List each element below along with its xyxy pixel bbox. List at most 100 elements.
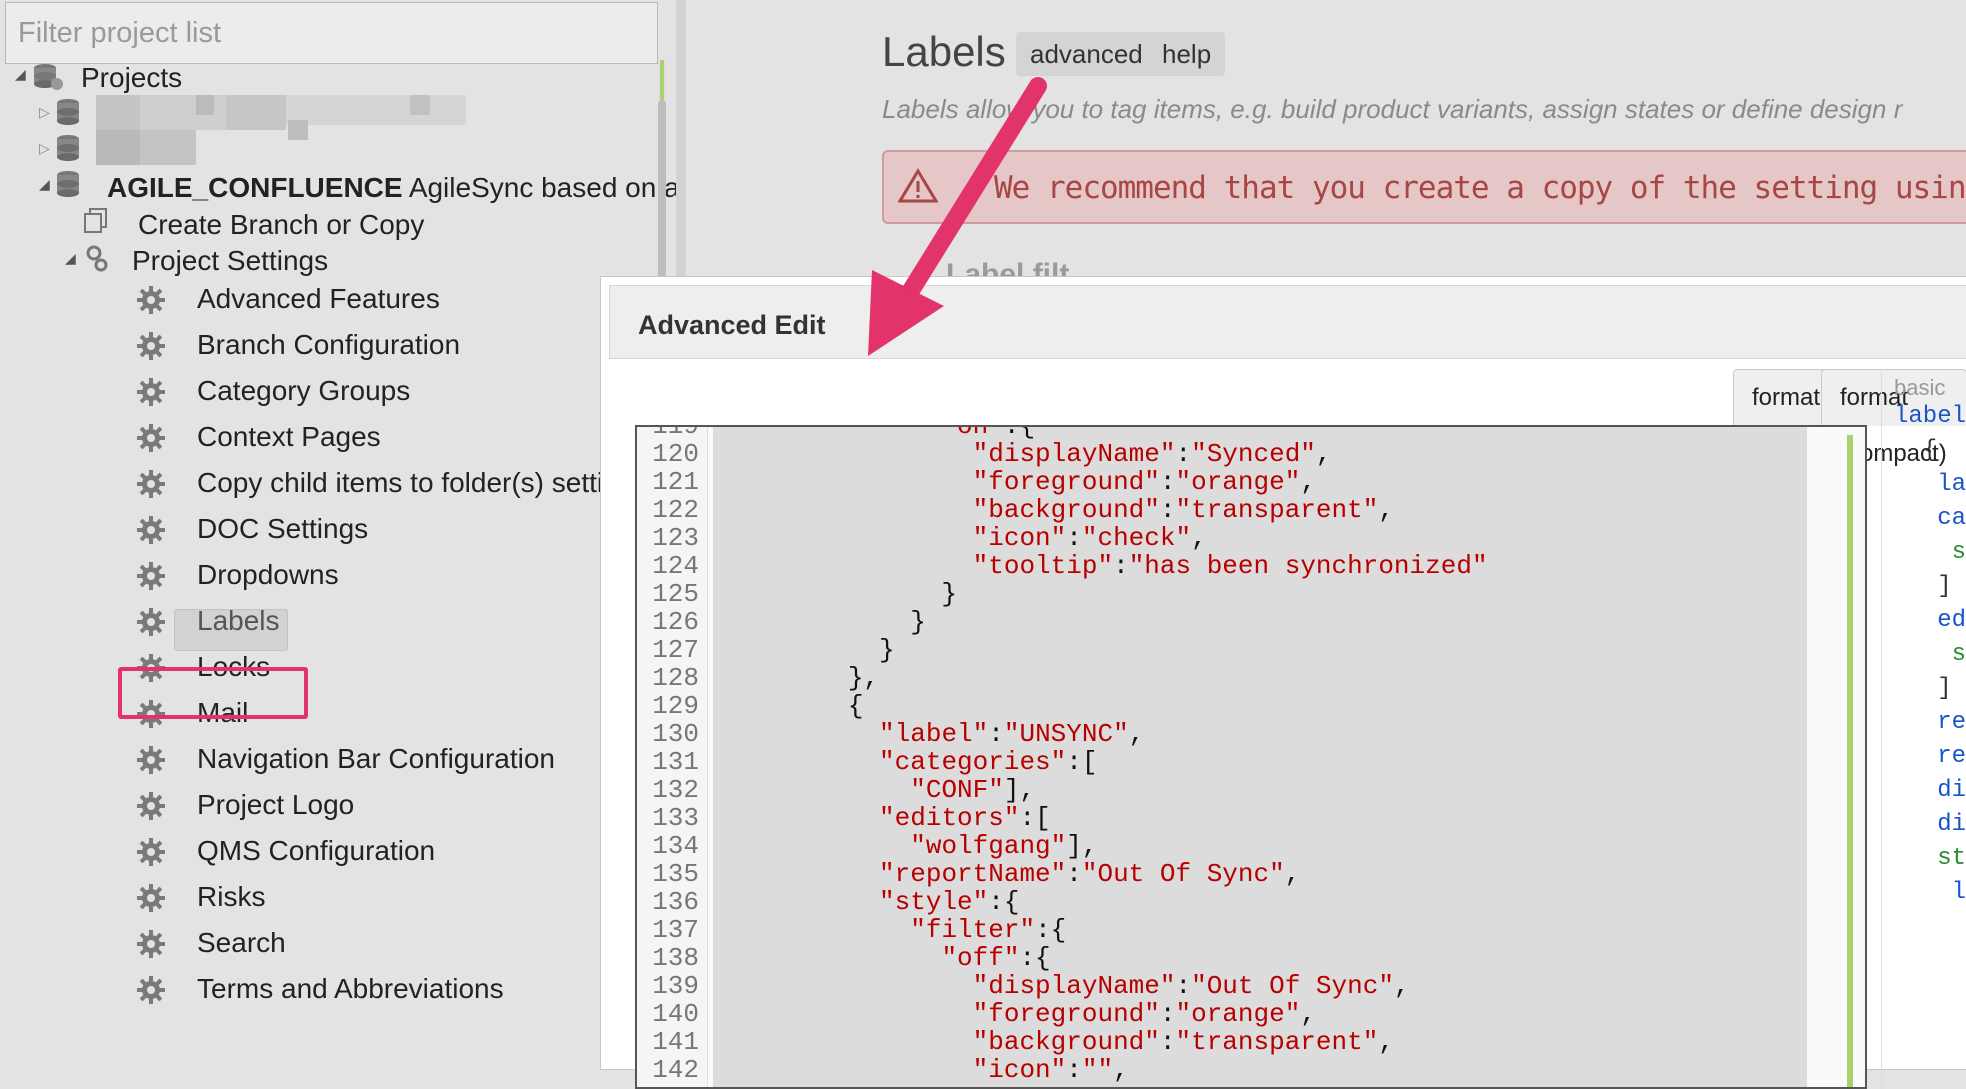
settings-item[interactable]: Context Pages bbox=[197, 421, 381, 453]
advanced-edit-dialog: Advanced Edit format format (compact) 11… bbox=[600, 276, 1966, 1089]
line-number: 130 bbox=[652, 719, 699, 749]
preview-line: dis bbox=[1937, 777, 1966, 804]
preview-line: st bbox=[1951, 539, 1966, 566]
settings-item[interactable]: Search bbox=[197, 927, 286, 959]
editor-scrollbar[interactable] bbox=[1847, 435, 1853, 1087]
line-number: 131 bbox=[652, 747, 699, 777]
database-icon bbox=[56, 98, 80, 131]
basic-preview-panel: basic labels { lab cat st ] edi st ] rep… bbox=[1881, 369, 1966, 1089]
code-line: "foreground":"orange", bbox=[972, 467, 1316, 497]
tree-project-settings[interactable]: Project Settings bbox=[132, 245, 328, 277]
preview-line: ] bbox=[1894, 675, 1952, 702]
gear-icon bbox=[136, 561, 166, 591]
database-icon bbox=[56, 134, 80, 167]
dialog-title: Advanced Edit bbox=[638, 310, 826, 340]
line-number: 124 bbox=[652, 551, 699, 581]
help-button[interactable]: help bbox=[1148, 32, 1226, 76]
preview-line: la bbox=[1951, 879, 1966, 906]
project-description: AgileSync based on a Confluen bbox=[408, 172, 676, 203]
preview-line: rep bbox=[1937, 709, 1966, 736]
gear-icon bbox=[136, 331, 166, 361]
expand-triangle-icon[interactable]: ◢ bbox=[39, 176, 50, 193]
line-number: 125 bbox=[652, 579, 699, 609]
code-line: "icon":"", bbox=[972, 1055, 1129, 1085]
advanced-button[interactable]: advanced bbox=[1016, 32, 1157, 76]
code-line: { bbox=[723, 691, 864, 721]
gear-icon bbox=[136, 423, 166, 453]
expand-triangle-icon[interactable]: ◢ bbox=[65, 250, 76, 267]
line-number: 139 bbox=[652, 971, 699, 1001]
gear-icon bbox=[136, 745, 166, 775]
scroll-indicator bbox=[660, 60, 664, 100]
labels-highlight-box bbox=[118, 667, 308, 719]
intro-text: Labels allow you to tag items, e.g. buil… bbox=[882, 94, 1903, 124]
preview-line: edi bbox=[1937, 607, 1966, 634]
warning-alert: We recommend that you create a copy of t… bbox=[882, 150, 1966, 224]
settings-item[interactable]: Category Groups bbox=[197, 375, 410, 407]
code-line: "style":{ bbox=[879, 887, 1020, 917]
gear-icon bbox=[136, 791, 166, 821]
code-line: "categories":[ bbox=[879, 747, 1098, 777]
settings-item[interactable]: Terms and Abbreviations bbox=[197, 973, 504, 1005]
tree-create-branch[interactable]: Create Branch or Copy bbox=[138, 209, 424, 241]
settings-item[interactable]: Dropdowns bbox=[197, 559, 339, 591]
line-number: 126 bbox=[652, 607, 699, 637]
copy-icon bbox=[84, 208, 108, 239]
line-number: 137 bbox=[652, 915, 699, 945]
project-name: AGILE_CONFLUENCE bbox=[107, 172, 403, 203]
settings-item[interactable]: Risks bbox=[197, 881, 265, 913]
expand-triangle-icon[interactable]: ▷ bbox=[39, 140, 50, 157]
dialog-header: Advanced Edit bbox=[609, 285, 1966, 359]
code-line: } bbox=[723, 635, 895, 665]
code-line: "displayName":"Out Of Sync", bbox=[972, 971, 1410, 1001]
settings-item[interactable]: Advanced Features bbox=[197, 283, 440, 315]
line-number: 133 bbox=[652, 803, 699, 833]
settings-item[interactable]: QMS Configuration bbox=[197, 835, 435, 867]
tree-root-projects[interactable]: Projects bbox=[81, 62, 182, 94]
gear-icon bbox=[136, 837, 166, 867]
settings-item[interactable]: Labels bbox=[197, 605, 280, 637]
code-line: } bbox=[723, 579, 958, 609]
line-number: 140 bbox=[652, 999, 699, 1029]
preview-line: lab bbox=[1937, 471, 1966, 498]
json-code-editor[interactable]: 119 120 121 122 123 124 125 126 127 128 129 130 131 1… bbox=[635, 425, 1867, 1089]
page-title: Labels bbox=[882, 28, 1006, 75]
line-number: 129 bbox=[652, 691, 699, 721]
settings-item[interactable]: Branch Configuration bbox=[197, 329, 460, 361]
project-tree-panel: ◢ Projects ▷ ▷ ◢ AGILE_CONFLUENCE AgileS… bbox=[0, 0, 676, 1068]
warning-icon bbox=[897, 168, 939, 209]
code-line: "background":"transparent", bbox=[972, 1027, 1394, 1057]
code-line: "off":{ bbox=[941, 943, 1051, 973]
code-line: }, bbox=[723, 663, 880, 693]
gear-icon bbox=[136, 285, 166, 315]
code-line: "icon":"check", bbox=[972, 523, 1207, 553]
code-line: "foreground":"orange", bbox=[972, 999, 1316, 1029]
settings-item[interactable]: Copy child items to folder(s) setti bbox=[197, 467, 603, 499]
database-icon bbox=[56, 170, 80, 203]
preview-line: labels bbox=[1894, 403, 1966, 430]
expand-triangle-icon[interactable]: ▷ bbox=[39, 104, 50, 121]
line-number: 142 bbox=[652, 1055, 699, 1085]
gear-icon bbox=[136, 469, 166, 499]
line-number-gutter: 119 120 121 122 123 124 125 126 127 128 129 130 131 1… bbox=[637, 427, 708, 1087]
preview-line: rep bbox=[1937, 743, 1966, 770]
preview-line: ] bbox=[1894, 573, 1952, 600]
code-line: "CONF"], bbox=[910, 775, 1036, 805]
settings-item[interactable]: Navigation Bar Configuration bbox=[197, 743, 555, 775]
expand-triangle-icon[interactable]: ◢ bbox=[15, 66, 26, 83]
preview-title: basic bbox=[1894, 375, 1946, 400]
preview-line: { bbox=[1894, 437, 1938, 464]
tree-project-agile-confluence[interactable]: AGILE_CONFLUENCE AgileSync based on a Co… bbox=[107, 172, 676, 204]
line-number: 122 bbox=[652, 495, 699, 525]
code-line: "editors":[ bbox=[879, 803, 1051, 833]
preview-line: dis bbox=[1937, 811, 1966, 838]
gear-icon bbox=[136, 515, 166, 545]
code-line: "displayName":"Synced", bbox=[972, 439, 1332, 469]
preview-line: c bbox=[1894, 913, 1966, 940]
code-line: "reportName":"Out Of Sync", bbox=[879, 859, 1301, 889]
filter-project-input[interactable] bbox=[5, 2, 658, 64]
settings-item[interactable]: Project Logo bbox=[197, 789, 354, 821]
gear-icon bbox=[136, 883, 166, 913]
settings-item[interactable]: DOC Settings bbox=[197, 513, 368, 545]
line-number: 136 bbox=[652, 887, 699, 917]
